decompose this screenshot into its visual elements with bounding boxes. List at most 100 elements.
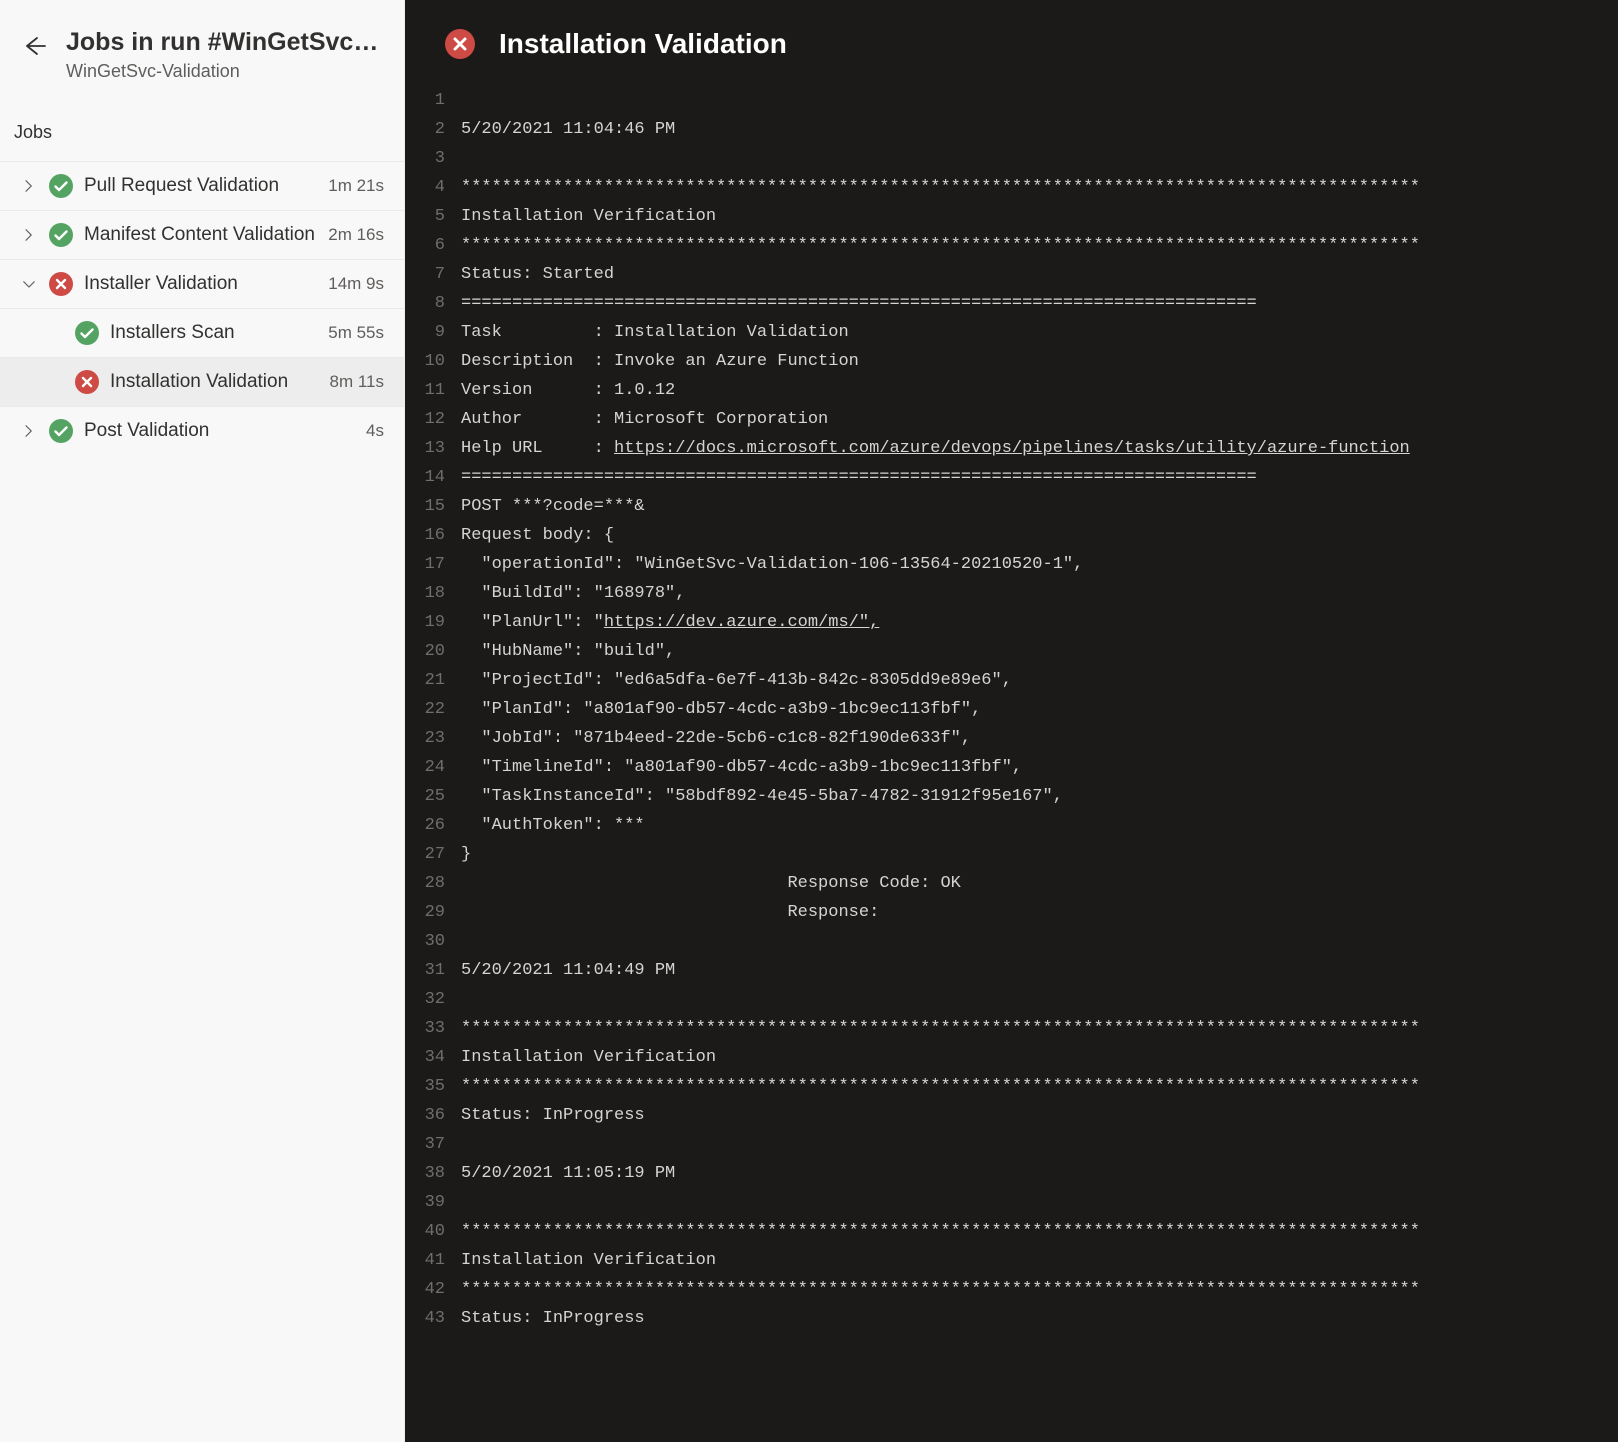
job-row[interactable]: Post Validation4s xyxy=(0,406,404,455)
job-row[interactable]: Installer Validation14m 9s xyxy=(0,259,404,308)
log-line: 315/20/2021 11:04:49 PM xyxy=(405,956,1618,985)
log-line: 19 "PlanUrl": "https://dev.azure.com/ms/… xyxy=(405,608,1618,637)
expand-toggle[interactable] xyxy=(14,226,44,244)
log-line: 36Status: InProgress xyxy=(405,1101,1618,1130)
log-panel: Installation Validation 125/20/2021 11:0… xyxy=(405,0,1618,1442)
step-name: Installers Scan xyxy=(104,322,328,344)
line-number: 18 xyxy=(405,579,461,608)
line-number: 27 xyxy=(405,840,461,869)
line-number: 5 xyxy=(405,202,461,231)
log-line: 28 Response Code: OK xyxy=(405,869,1618,898)
line-content: ****************************************… xyxy=(461,231,1420,260)
log-line: 35**************************************… xyxy=(405,1072,1618,1101)
line-number: 7 xyxy=(405,260,461,289)
log-line: 15POST ***?code=***& xyxy=(405,492,1618,521)
error-icon xyxy=(445,29,475,59)
line-number: 12 xyxy=(405,405,461,434)
log-line: 30 xyxy=(405,927,1618,956)
back-button[interactable] xyxy=(22,34,48,63)
line-number: 25 xyxy=(405,782,461,811)
log-line: 385/20/2021 11:05:19 PM xyxy=(405,1159,1618,1188)
line-content: ****************************************… xyxy=(461,1275,1420,1304)
line-content: ****************************************… xyxy=(461,1014,1420,1043)
success-icon xyxy=(49,419,73,443)
log-line: 27} xyxy=(405,840,1618,869)
log-line: 6***************************************… xyxy=(405,231,1618,260)
job-row[interactable]: Pull Request Validation1m 21s xyxy=(0,161,404,210)
line-content: "ProjectId": "ed6a5dfa-6e7f-413b-842c-83… xyxy=(461,666,1012,695)
job-row[interactable]: Manifest Content Validation2m 16s xyxy=(0,210,404,259)
step-name: Installation Validation xyxy=(104,371,330,393)
log-title: Installation Validation xyxy=(499,28,787,60)
line-content: "TaskInstanceId": "58bdf892-4e45-5ba7-47… xyxy=(461,782,1063,811)
log-line: 4***************************************… xyxy=(405,173,1618,202)
line-content: ========================================… xyxy=(461,289,1257,318)
line-number: 17 xyxy=(405,550,461,579)
line-content: Installation Verification xyxy=(461,1246,716,1275)
log-line: 18 "BuildId": "168978", xyxy=(405,579,1618,608)
job-list: Pull Request Validation1m 21sManifest Co… xyxy=(0,161,404,455)
log-line: 29 Response: xyxy=(405,898,1618,927)
log-line: 42**************************************… xyxy=(405,1275,1618,1304)
line-number: 6 xyxy=(405,231,461,260)
sidebar-header: Jobs in run #WinGetSvc-Valida… WinGetSvc… xyxy=(0,0,404,100)
line-number: 9 xyxy=(405,318,461,347)
log-line: 16Request body: { xyxy=(405,521,1618,550)
line-number: 4 xyxy=(405,173,461,202)
job-name: Post Validation xyxy=(78,420,366,442)
line-number: 36 xyxy=(405,1101,461,1130)
line-content: Installation Verification xyxy=(461,1043,716,1072)
log-line: 17 "operationId": "WinGetSvc-Validation-… xyxy=(405,550,1618,579)
line-content: "BuildId": "168978", xyxy=(461,579,685,608)
jobs-section-label: Jobs xyxy=(0,100,404,161)
line-content: Status: InProgress xyxy=(461,1101,645,1130)
line-content: Response Code: OK xyxy=(461,869,961,898)
step-row[interactable]: Installers Scan5m 55s xyxy=(0,308,404,357)
back-arrow-icon xyxy=(22,34,48,58)
expand-toggle[interactable] xyxy=(14,177,44,195)
job-duration: 1m 21s xyxy=(328,176,390,196)
line-number: 32 xyxy=(405,985,461,1014)
line-number: 15 xyxy=(405,492,461,521)
line-content: ========================================… xyxy=(461,463,1257,492)
line-number: 16 xyxy=(405,521,461,550)
log-line: 23 "JobId": "871b4eed-22de-5cb6-c1c8-82f… xyxy=(405,724,1618,753)
log-body[interactable]: 125/20/2021 11:04:46 PM34***************… xyxy=(405,86,1618,1442)
line-content: Task : Installation Validation xyxy=(461,318,849,347)
line-number: 14 xyxy=(405,463,461,492)
line-number: 23 xyxy=(405,724,461,753)
line-content: Status: Started xyxy=(461,260,614,289)
step-duration: 5m 55s xyxy=(328,323,390,343)
line-content: "PlanUrl": "https://dev.azure.com/ms/", xyxy=(461,608,879,637)
job-duration: 2m 16s xyxy=(328,225,390,245)
line-number: 39 xyxy=(405,1188,461,1217)
line-number: 31 xyxy=(405,956,461,985)
log-line: 37 xyxy=(405,1130,1618,1159)
chevron-right-icon xyxy=(20,226,38,244)
log-link[interactable]: https://dev.azure.com/ms/", xyxy=(604,613,879,632)
expand-toggle[interactable] xyxy=(14,422,44,440)
step-status-icon xyxy=(70,370,104,394)
step-row[interactable]: Installation Validation8m 11s xyxy=(0,357,404,406)
line-content: 5/20/2021 11:04:49 PM xyxy=(461,956,675,985)
line-number: 41 xyxy=(405,1246,461,1275)
job-status-icon xyxy=(44,419,78,443)
line-number: 20 xyxy=(405,637,461,666)
error-icon xyxy=(75,370,99,394)
log-line: 8=======================================… xyxy=(405,289,1618,318)
log-link[interactable]: https://docs.microsoft.com/azure/devops/… xyxy=(614,439,1410,458)
job-duration: 14m 9s xyxy=(328,274,390,294)
log-line: 11Version : 1.0.12 xyxy=(405,376,1618,405)
expand-toggle[interactable] xyxy=(14,275,44,293)
line-content: "PlanId": "a801af90-db57-4cdc-a3b9-1bc9e… xyxy=(461,695,981,724)
line-number: 13 xyxy=(405,434,461,463)
line-number: 28 xyxy=(405,869,461,898)
chevron-right-icon xyxy=(20,422,38,440)
line-number: 34 xyxy=(405,1043,461,1072)
line-content: Description : Invoke an Azure Function xyxy=(461,347,859,376)
log-line: 25/20/2021 11:04:46 PM xyxy=(405,115,1618,144)
log-line: 41Installation Verification xyxy=(405,1246,1618,1275)
log-line: 1 xyxy=(405,86,1618,115)
line-content: Response: xyxy=(461,898,879,927)
line-content: "AuthToken": *** xyxy=(461,811,645,840)
